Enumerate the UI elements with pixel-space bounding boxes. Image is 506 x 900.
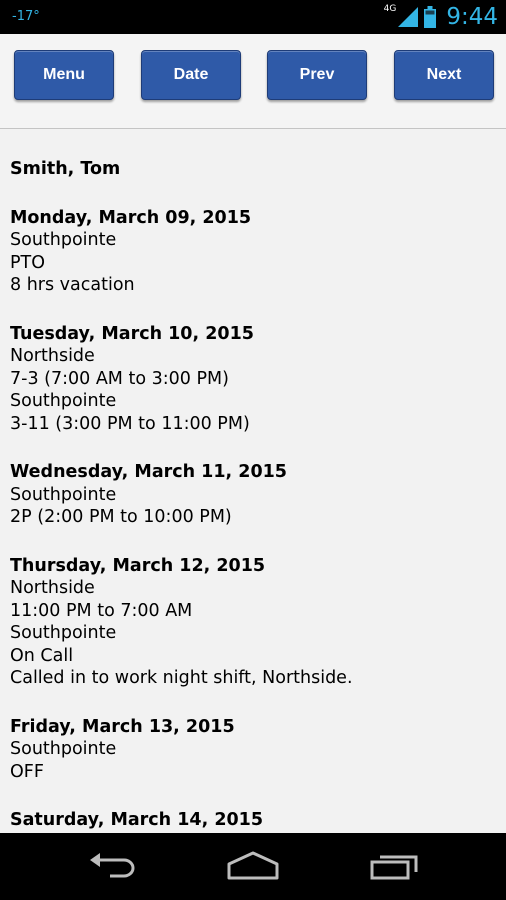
schedule-day: Friday, March 13, 2015 Southpointe OFF	[10, 716, 496, 784]
schedule-day: Monday, March 09, 2015 Southpointe PTO 8…	[10, 207, 496, 297]
schedule-content[interactable]: Smith, Tom Monday, March 09, 2015 Southp…	[0, 128, 506, 833]
schedule-day: Tuesday, March 10, 2015 Northside 7-3 (7…	[10, 323, 496, 436]
status-icons: 4G 9:44	[384, 0, 498, 34]
employee-name: Smith, Tom	[10, 159, 121, 179]
status-bar: -17° 4G 9:44	[0, 0, 506, 34]
signal-icon	[398, 7, 419, 27]
schedule-line: 7-3 (7:00 AM to 3:00 PM)	[10, 368, 229, 389]
day-date: Tuesday, March 10, 2015	[10, 323, 254, 344]
schedule-line: Southpointe	[10, 230, 117, 250]
schedule-line: Southpointe	[10, 739, 117, 759]
schedule-line: Northside	[10, 578, 95, 598]
schedule-line: 3-11 (3:00 PM to 11:00 PM)	[10, 413, 250, 434]
network-type-label: 4G	[383, 4, 397, 14]
schedule-line: On Call	[10, 645, 74, 666]
back-icon[interactable]	[88, 851, 138, 881]
schedule-day: Thursday, March 12, 2015 Northside 11:00…	[10, 555, 496, 690]
day-date: Wednesday, March 11, 2015	[10, 462, 287, 482]
recent-apps-icon[interactable]	[370, 851, 420, 881]
schedule-line: Southpointe	[10, 623, 117, 643]
date-button[interactable]: Date	[141, 50, 241, 100]
schedule-day: Saturday, March 14, 2015	[10, 809, 496, 832]
schedule-line: PTO	[10, 252, 46, 273]
schedule-line: Called in to work night shift, Northside…	[10, 668, 353, 688]
schedule-line: 2P (2:00 PM to 10:00 PM)	[10, 507, 232, 527]
battery-icon	[424, 6, 437, 28]
next-button[interactable]: Next	[394, 50, 494, 100]
day-date: Thursday, March 12, 2015	[10, 555, 266, 576]
schedule-line: 11:00 PM to 7:00 AM	[10, 600, 193, 621]
schedule-line: Northside	[10, 346, 95, 366]
prev-button[interactable]: Prev	[267, 50, 367, 100]
day-date: Monday, March 09, 2015	[10, 207, 252, 228]
schedule-line: Southpointe	[10, 484, 117, 505]
day-date: Friday, March 13, 2015	[10, 716, 235, 737]
menu-button[interactable]: Menu	[14, 50, 114, 100]
schedule-day: Wednesday, March 11, 2015 Southpointe 2P…	[10, 461, 496, 529]
temperature-label: -17°	[12, 9, 40, 24]
navigation-bar	[0, 833, 506, 900]
toolbar: Menu Date Prev Next	[0, 34, 506, 129]
day-date: Saturday, March 14, 2015	[10, 810, 264, 830]
schedule-line: 8 hrs vacation	[10, 275, 135, 295]
schedule-line: OFF	[10, 761, 44, 782]
home-icon[interactable]	[226, 851, 280, 881]
clock: 9:44	[446, 4, 498, 30]
schedule-line: Southpointe	[10, 391, 117, 411]
